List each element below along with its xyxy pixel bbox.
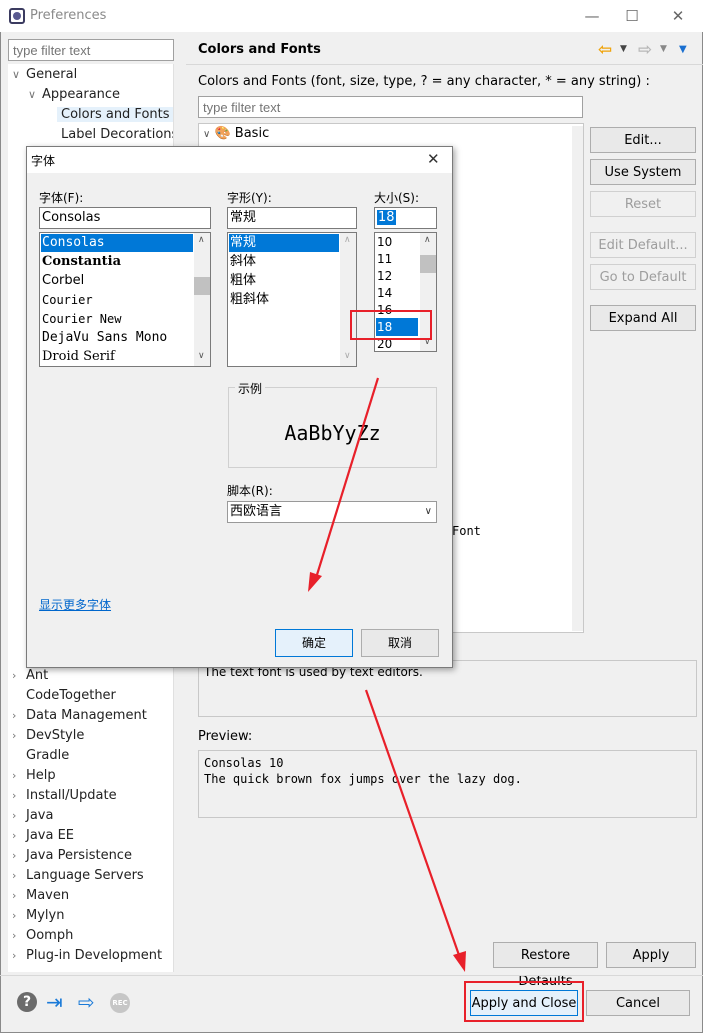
annotation-arrow-2-head [453, 951, 466, 972]
annotation-arrow-1-head [308, 572, 322, 592]
annotation-arrow-2-line [364, 689, 462, 959]
annotation-arrows [308, 377, 466, 972]
annotation-arrow-1-line [314, 377, 380, 579]
